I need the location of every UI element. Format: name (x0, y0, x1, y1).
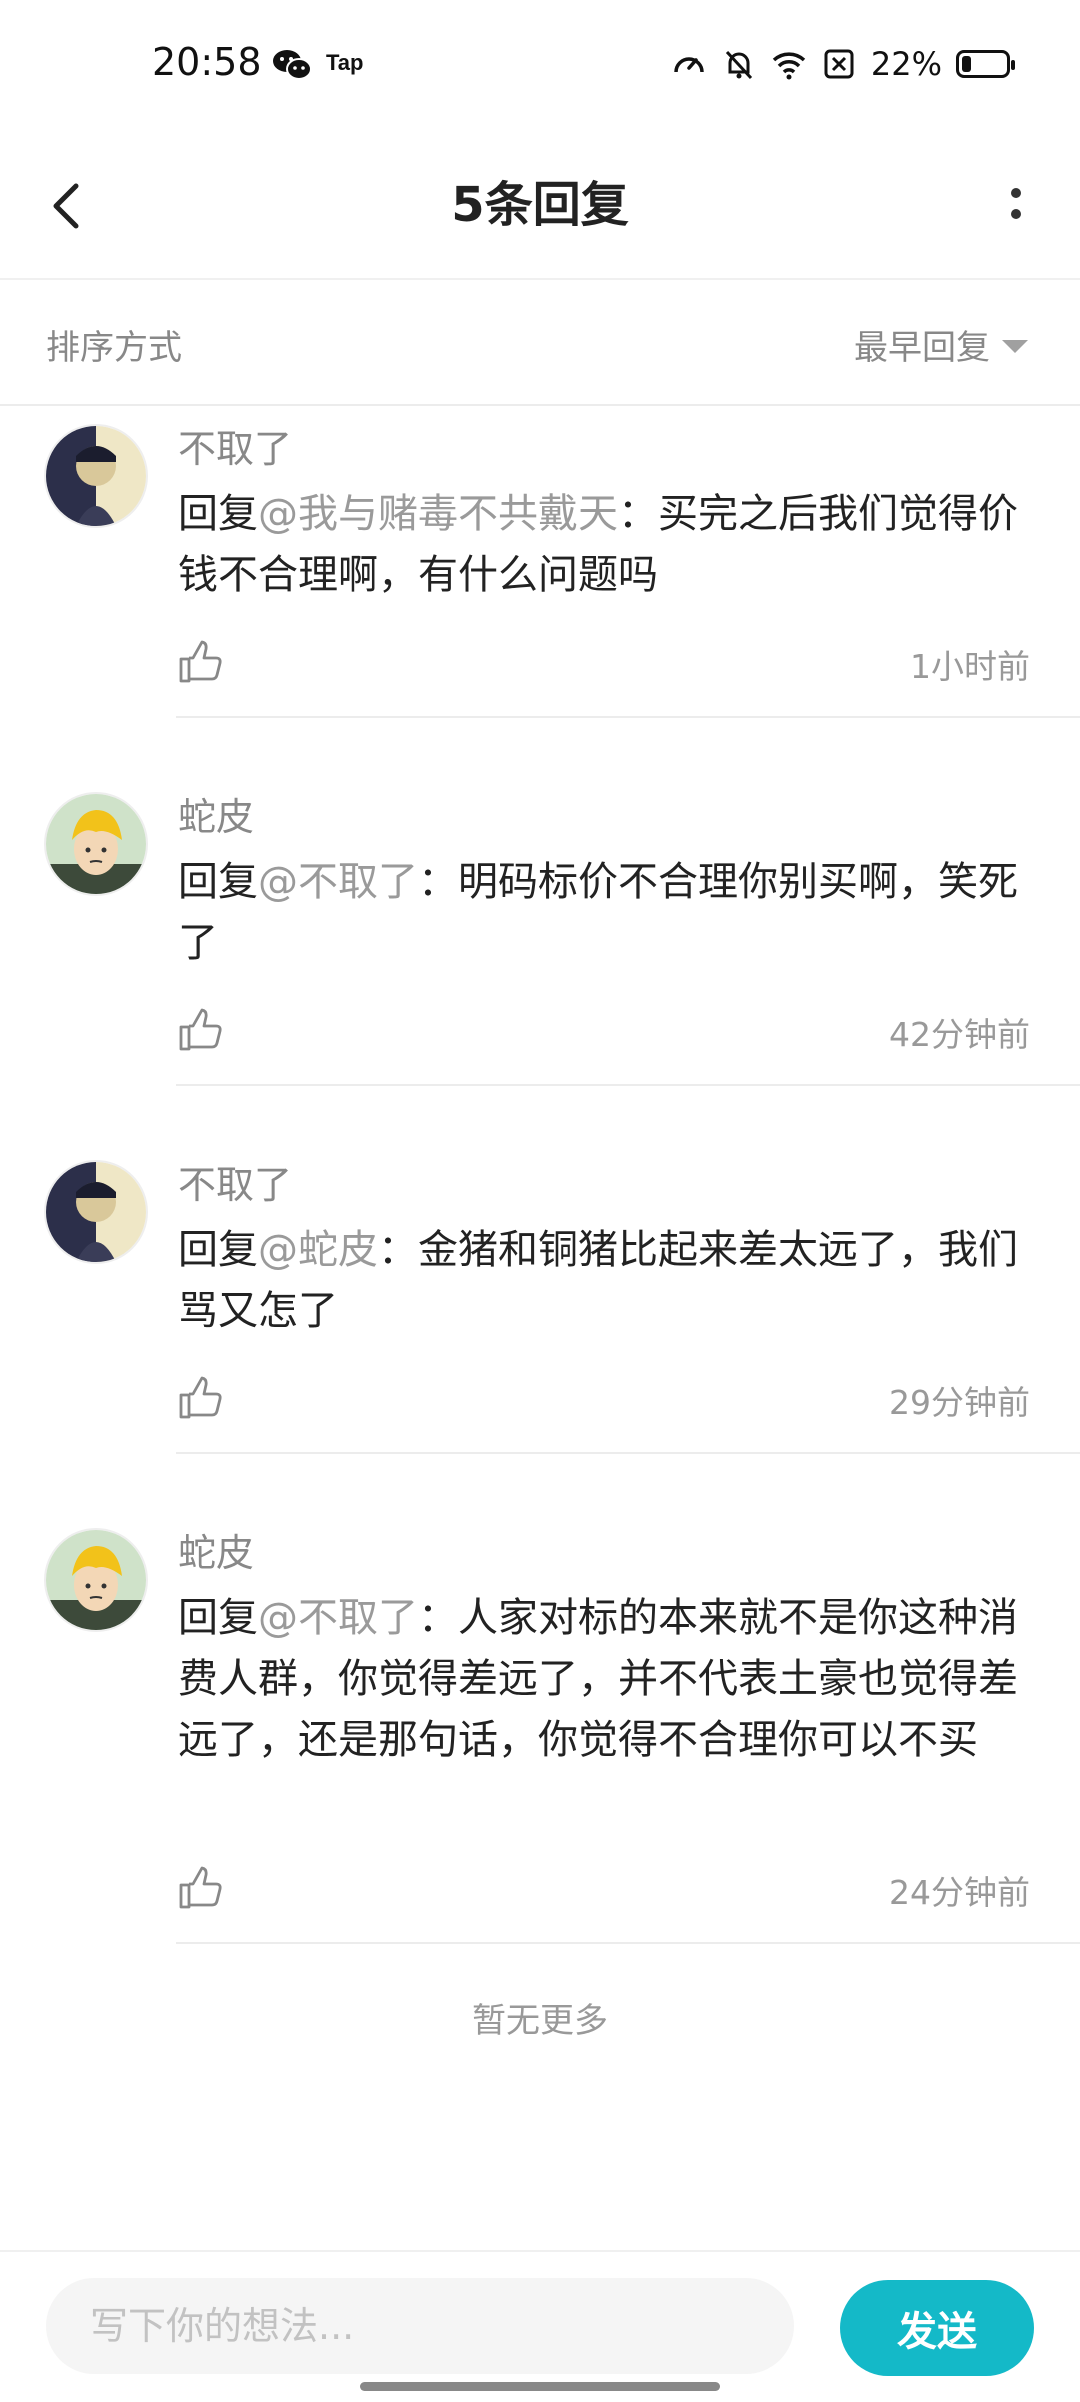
wechat-icon (273, 50, 312, 80)
battery-percent: 22% (870, 45, 942, 83)
avatar[interactable] (44, 1160, 148, 1264)
reply-item: 蛇皮 回复@不取了：明码标价不合理你别买啊，笑死了 42分钟前 (0, 772, 1080, 1140)
comment-text: 回复@我与赌毒不共戴天：买完之后我们觉得价钱不合理啊，有什么问题吗 (178, 484, 1028, 606)
thumbs-up-icon[interactable] (176, 1006, 224, 1054)
page-title: 5条回复 (451, 177, 629, 233)
reply-prefix: 回复 (178, 859, 258, 905)
status-time: 20:58 (152, 40, 262, 84)
thumbs-up-icon[interactable] (176, 1374, 224, 1422)
comment-text: 回复@不取了：明码标价不合理你别买啊，笑死了 (178, 852, 1028, 974)
reply-item: 不取了 回复@我与赌毒不共戴天：买完之后我们觉得价钱不合理啊，有什么问题吗 1小… (0, 404, 1080, 772)
bell-off-icon (725, 50, 752, 80)
send-button[interactable]: 发送 (840, 2280, 1034, 2376)
comment-time: 42分钟前 (889, 1015, 1030, 1054)
comment-text: 回复@不取了：人家对标的本来就不是你这种消费人群，你觉得差远了，并不代表土豪也觉… (178, 1588, 1028, 1771)
comment-author[interactable]: 不取了 (178, 1154, 292, 1209)
status-bar: 20:58 Tap 22% (0, 0, 1080, 130)
comment-author[interactable]: 蛇皮 (178, 1522, 254, 1577)
reply-separator: ： (418, 859, 458, 905)
mention-link[interactable]: @蛇皮 (258, 1227, 378, 1273)
avatar[interactable] (44, 792, 148, 896)
speedometer-icon (674, 57, 704, 73)
reply-separator: ： (378, 1227, 418, 1273)
sort-bar: 排序方式 最早回复 (0, 280, 1080, 406)
reply-item: 蛇皮 回复@不取了：人家对标的本来就不是你这种消费人群，你觉得差远了，并不代表土… (0, 1508, 1080, 1998)
comment-text: 回复@蛇皮：金猪和铜猪比起来差太远了，我们骂又怎了 (178, 1220, 1028, 1342)
more-options-icon[interactable] (986, 172, 1046, 242)
thumbs-up-icon[interactable] (176, 638, 224, 686)
reply-list: 不取了 回复@我与赌毒不共戴天：买完之后我们觉得价钱不合理啊，有什么问题吗 1小… (0, 404, 1080, 1998)
wifi-icon (772, 52, 806, 80)
reply-separator: ： (618, 491, 658, 537)
sort-dropdown[interactable]: 最早回复 (854, 320, 1028, 369)
comment-time: 24分钟前 (889, 1873, 1030, 1912)
mention-link[interactable]: @不取了 (258, 1595, 418, 1641)
caret-down-icon (1002, 340, 1028, 353)
comment-composer: 发送 (0, 2250, 1080, 2402)
home-indicator[interactable] (360, 2382, 720, 2391)
avatar[interactable] (44, 424, 148, 528)
battery-level (962, 56, 972, 72)
divider (176, 1452, 1080, 1454)
status-icons: 22% (671, 44, 1015, 84)
divider (176, 1942, 1080, 1944)
no-more-indicator: 暂无更多 (472, 2001, 608, 2041)
avatar[interactable] (44, 1528, 148, 1632)
mention-link[interactable]: @不取了 (258, 859, 418, 905)
sort-label: 排序方式 (46, 328, 182, 368)
comment-time: 29分钟前 (889, 1383, 1030, 1422)
app-header: 5条回复 (0, 130, 1080, 280)
divider (176, 716, 1080, 718)
sim-off-icon (824, 49, 854, 79)
comment-time: 1小时前 (910, 647, 1030, 686)
taptap-icon: Tap (326, 50, 364, 75)
comment-author[interactable]: 不取了 (178, 418, 292, 473)
reply-separator: ： (418, 1595, 458, 1641)
mention-link[interactable]: @我与赌毒不共戴天 (258, 491, 618, 537)
reply-prefix: 回复 (178, 491, 258, 537)
divider (176, 1084, 1080, 1086)
sort-selected-value: 最早回复 (854, 328, 990, 368)
reply-input[interactable] (46, 2278, 794, 2374)
comment-author[interactable]: 蛇皮 (178, 786, 254, 841)
reply-prefix: 回复 (178, 1595, 258, 1641)
thumbs-up-icon[interactable] (176, 1864, 224, 1912)
reply-prefix: 回复 (178, 1227, 258, 1273)
battery-icon (956, 50, 1015, 78)
reply-item: 不取了 回复@蛇皮：金猪和铜猪比起来差太远了，我们骂又怎了 29分钟前 (0, 1140, 1080, 1508)
